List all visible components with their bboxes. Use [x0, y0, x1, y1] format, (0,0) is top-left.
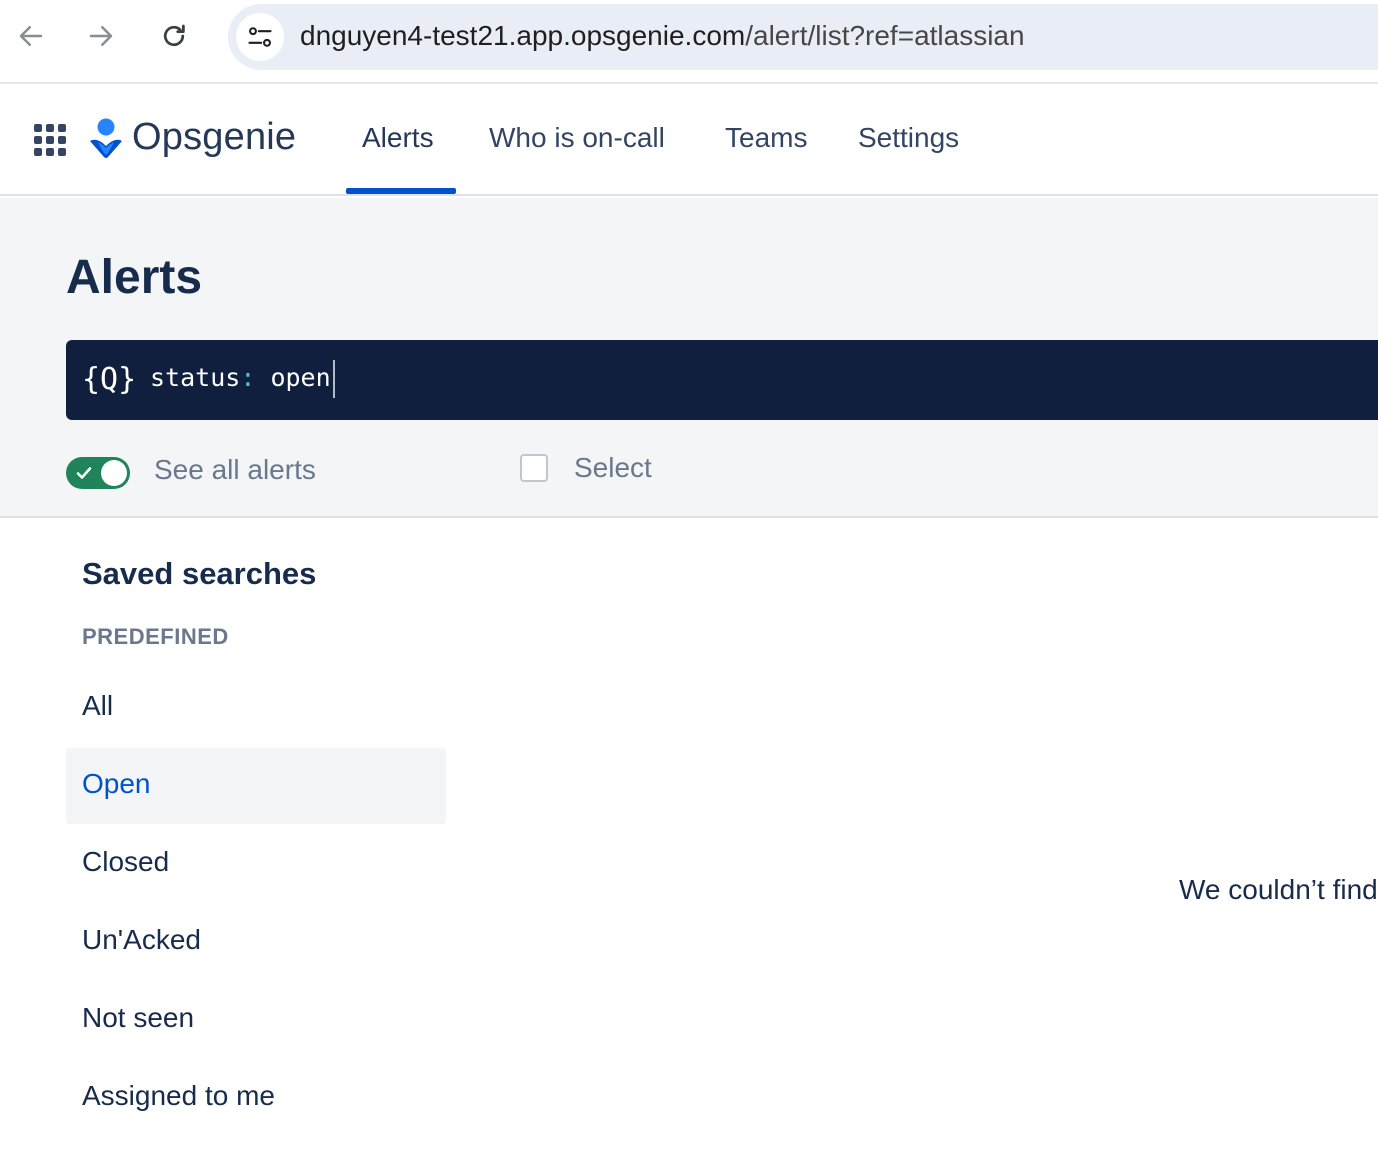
saved-search-label: Un'Acked [82, 924, 201, 955]
text-caret [332, 360, 335, 398]
query-key: status [150, 363, 241, 392]
tab-alerts[interactable]: Alerts [362, 122, 434, 154]
empty-state-message: We couldn’t find [1179, 874, 1378, 905]
url-host: dnguyen4-test21.app.opsgenie.com [300, 20, 746, 51]
saved-search-label: All [82, 690, 114, 721]
app-name: Opsgenie [132, 116, 297, 158]
predefined-section-label: PREDEFINED [82, 624, 229, 649]
checkmark-icon [76, 467, 92, 479]
alerts-filter-area: Alerts {Q} status: open See all alerts S… [0, 198, 1378, 518]
saved-search-label: Not seen [82, 1002, 195, 1033]
saved-search-label: Assigned to me [82, 1080, 275, 1111]
query-value: open [270, 363, 331, 392]
saved-search-label: Closed [82, 846, 170, 877]
tab-settings[interactable]: Settings [858, 122, 959, 154]
arrow-left-icon [19, 26, 43, 46]
see-all-alerts-toggle[interactable] [66, 457, 130, 489]
see-all-alerts-label: See all alerts [154, 454, 316, 485]
url-path: /alert/list?ref=atlassian [745, 20, 1025, 51]
query-search-bar[interactable]: {Q} status: open [66, 340, 1378, 420]
saved-search-open[interactable]: Open [66, 748, 446, 824]
saved-search-unacked[interactable]: Un'Acked [66, 904, 446, 980]
page-title: Alerts [66, 251, 203, 304]
tune-icon [248, 27, 272, 47]
opsgenie-logo-icon [90, 118, 122, 158]
saved-search-assigned-to-me[interactable]: Assigned to me [66, 1060, 446, 1136]
query-search-icon: {Q} [82, 362, 137, 397]
address-bar[interactable]: dnguyen4-test21.app.opsgenie.com/alert/l… [228, 4, 1378, 70]
reload-button[interactable] [152, 14, 196, 58]
query-input[interactable]: status: open [150, 360, 1250, 400]
url-text[interactable]: dnguyen4-test21.app.opsgenie.com/alert/l… [300, 20, 1025, 52]
app-header: Opsgenie Alerts Who is on-call Teams Set… [0, 84, 1378, 196]
saved-search-not-seen[interactable]: Not seen [66, 982, 446, 1058]
select-label[interactable]: Select [574, 452, 652, 484]
opsgenie-logo[interactable]: Opsgenie [88, 116, 296, 159]
tab-teams[interactable]: Teams [725, 122, 807, 154]
browser-toolbar: dnguyen4-test21.app.opsgenie.com/alert/l… [0, 0, 1378, 84]
saved-search-closed[interactable]: Closed [66, 826, 446, 902]
arrow-right-icon [89, 26, 113, 46]
back-button[interactable] [9, 14, 53, 58]
tab-who-is-on-call[interactable]: Who is on-call [489, 122, 665, 154]
site-info-button[interactable] [236, 13, 284, 61]
saved-searches-title: Saved searches [82, 556, 317, 591]
forward-button[interactable] [79, 14, 123, 58]
saved-search-all[interactable]: All [66, 670, 446, 746]
toggle-knob [101, 460, 127, 486]
active-tab-indicator [346, 188, 456, 194]
app-switcher-icon[interactable] [34, 124, 66, 156]
saved-search-label: Open [82, 768, 151, 799]
reload-icon [163, 24, 185, 47]
select-all-checkbox[interactable] [520, 454, 548, 482]
query-colon: : [240, 363, 256, 392]
